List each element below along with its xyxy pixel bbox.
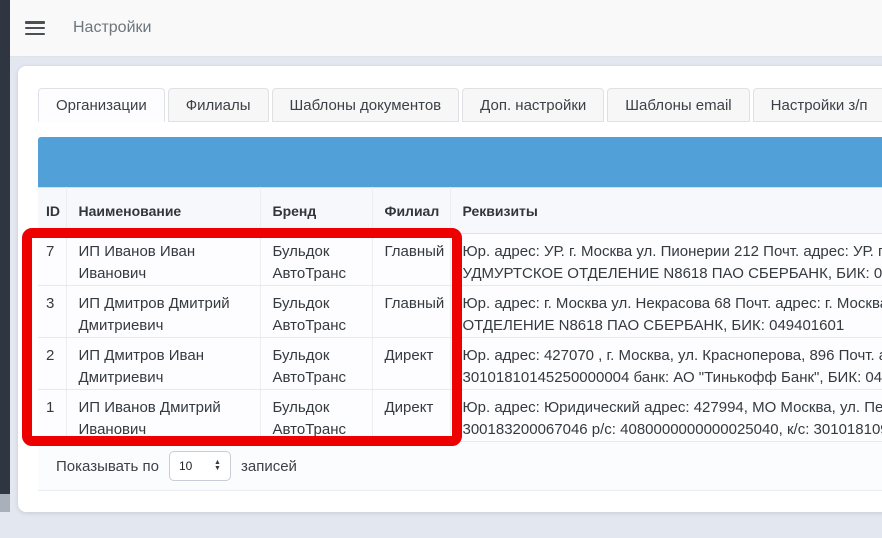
cell-id: 7 bbox=[38, 234, 66, 286]
cell-name: ИП Иванов Дмитрий Иванович bbox=[66, 390, 260, 442]
table-row[interactable]: 2 ИП Дмитров Иван Дмитриевич Бульдок Авт… bbox=[38, 338, 882, 390]
collapsed-sidebar bbox=[0, 0, 10, 494]
page-size-value: 10 bbox=[179, 459, 192, 473]
requisites-line: Юр. адрес: г. Москва ул. Некрасова 68 По… bbox=[463, 293, 882, 315]
cell-id: 2 bbox=[38, 338, 66, 390]
select-updown-icon: ▲▼ bbox=[214, 460, 221, 472]
cell-branch: Директ bbox=[372, 390, 450, 442]
column-header-branch: Филиал bbox=[372, 188, 450, 234]
requisites-line: Юр. адрес: 427070 , г. Москва, ул. Красн… bbox=[463, 345, 882, 367]
cell-branch: Главный bbox=[372, 234, 450, 286]
requisites-line: ОТДЕЛЕНИЕ N8618 ПАО СБЕРБАНК, БИК: 04940… bbox=[463, 315, 882, 337]
cell-brand: Бульдок АвтоТранс bbox=[260, 338, 372, 390]
table-row[interactable]: 1 ИП Иванов Дмитрий Иванович Бульдок Авт… bbox=[38, 390, 882, 442]
tab-branches[interactable]: Филиалы bbox=[168, 88, 269, 122]
tab-salary-settings[interactable]: Настройки з/п bbox=[753, 88, 882, 122]
records-label: записей bbox=[241, 458, 297, 475]
cell-name: ИП Иванов Иван Иванович bbox=[66, 234, 260, 286]
cell-requisites: Юр. адрес: г. Москва ул. Некрасова 68 По… bbox=[450, 286, 882, 338]
tab-email-templates[interactable]: Шаблоны email bbox=[607, 88, 749, 122]
cell-requisites: Юр. адрес: 427070 , г. Москва, ул. Красн… bbox=[450, 338, 882, 390]
requisites-line: УДМУРТСКОЕ ОТДЕЛЕНИЕ N8618 ПАО СБЕРБАНК,… bbox=[463, 263, 882, 285]
cell-id: 3 bbox=[38, 286, 66, 338]
column-header-requisites: Реквизиты bbox=[450, 188, 882, 234]
column-header-name: Наименование bbox=[66, 188, 260, 234]
settings-page: Настройки Организации Филиалы Шаблоны до… bbox=[0, 0, 882, 538]
topbar: Настройки bbox=[10, 0, 882, 57]
cell-brand: Бульдок АвтоТранс bbox=[260, 234, 372, 286]
requisites-line: Юр. адрес: Юридический адрес: 427994, МО… bbox=[463, 397, 882, 419]
settings-card: Организации Филиалы Шаблоны документов Д… bbox=[18, 66, 882, 512]
cell-branch: Главный bbox=[372, 286, 450, 338]
requisites-line: Юр. адрес: УР. г. Москва ул. Пионерии 21… bbox=[463, 241, 882, 263]
cell-brand: Бульдок АвтоТранс bbox=[260, 286, 372, 338]
show-per-label: Показывать по bbox=[56, 458, 159, 475]
table-row[interactable]: 7 ИП Иванов Иван Иванович Бульдок АвтоТр… bbox=[38, 234, 882, 286]
column-header-id: ID bbox=[38, 188, 66, 234]
tab-document-templates[interactable]: Шаблоны документов bbox=[272, 88, 460, 122]
page-title: Настройки bbox=[73, 19, 151, 37]
collapsed-sidebar-footer bbox=[0, 494, 10, 512]
page-size-select[interactable]: 10 ▲▼ bbox=[169, 451, 231, 481]
cell-requisites: Юр. адрес: Юридический адрес: 427994, МО… bbox=[450, 390, 882, 442]
cell-name: ИП Дмитров Иван Дмитриевич bbox=[66, 338, 260, 390]
cell-requisites: Юр. адрес: УР. г. Москва ул. Пионерии 21… bbox=[450, 234, 882, 286]
column-header-brand: Бренд bbox=[260, 188, 372, 234]
requisites-line: 30101810145250000004 банк: АО "Тинькофф … bbox=[463, 367, 882, 389]
cell-brand: Бульдок АвтоТранс bbox=[260, 390, 372, 442]
tab-organizations[interactable]: Организации bbox=[38, 88, 165, 122]
organizations-panel: ID Наименование Бренд Филиал Реквизиты 7… bbox=[38, 137, 882, 491]
cell-branch: Директ bbox=[372, 338, 450, 390]
tab-bar: Организации Филиалы Шаблоны документов Д… bbox=[38, 88, 882, 122]
organizations-table: ID Наименование Бренд Филиал Реквизиты 7… bbox=[38, 187, 882, 442]
pagination-footer: Показывать по 10 ▲▼ записей bbox=[38, 442, 882, 490]
table-row[interactable]: 3 ИП Дмитров Дмитрий Дмитриевич Бульдок … bbox=[38, 286, 882, 338]
tab-extra-settings[interactable]: Доп. настройки bbox=[462, 88, 604, 122]
cell-id: 1 bbox=[38, 390, 66, 442]
panel-toolbar bbox=[38, 137, 882, 187]
cell-name: ИП Дмитров Дмитрий Дмитриевич bbox=[66, 286, 260, 338]
table-header-row: ID Наименование Бренд Филиал Реквизиты bbox=[38, 188, 882, 234]
requisites-line: 300183200067046 р/с: 4080000000000025040… bbox=[463, 419, 882, 441]
menu-toggle-icon[interactable] bbox=[25, 21, 45, 35]
